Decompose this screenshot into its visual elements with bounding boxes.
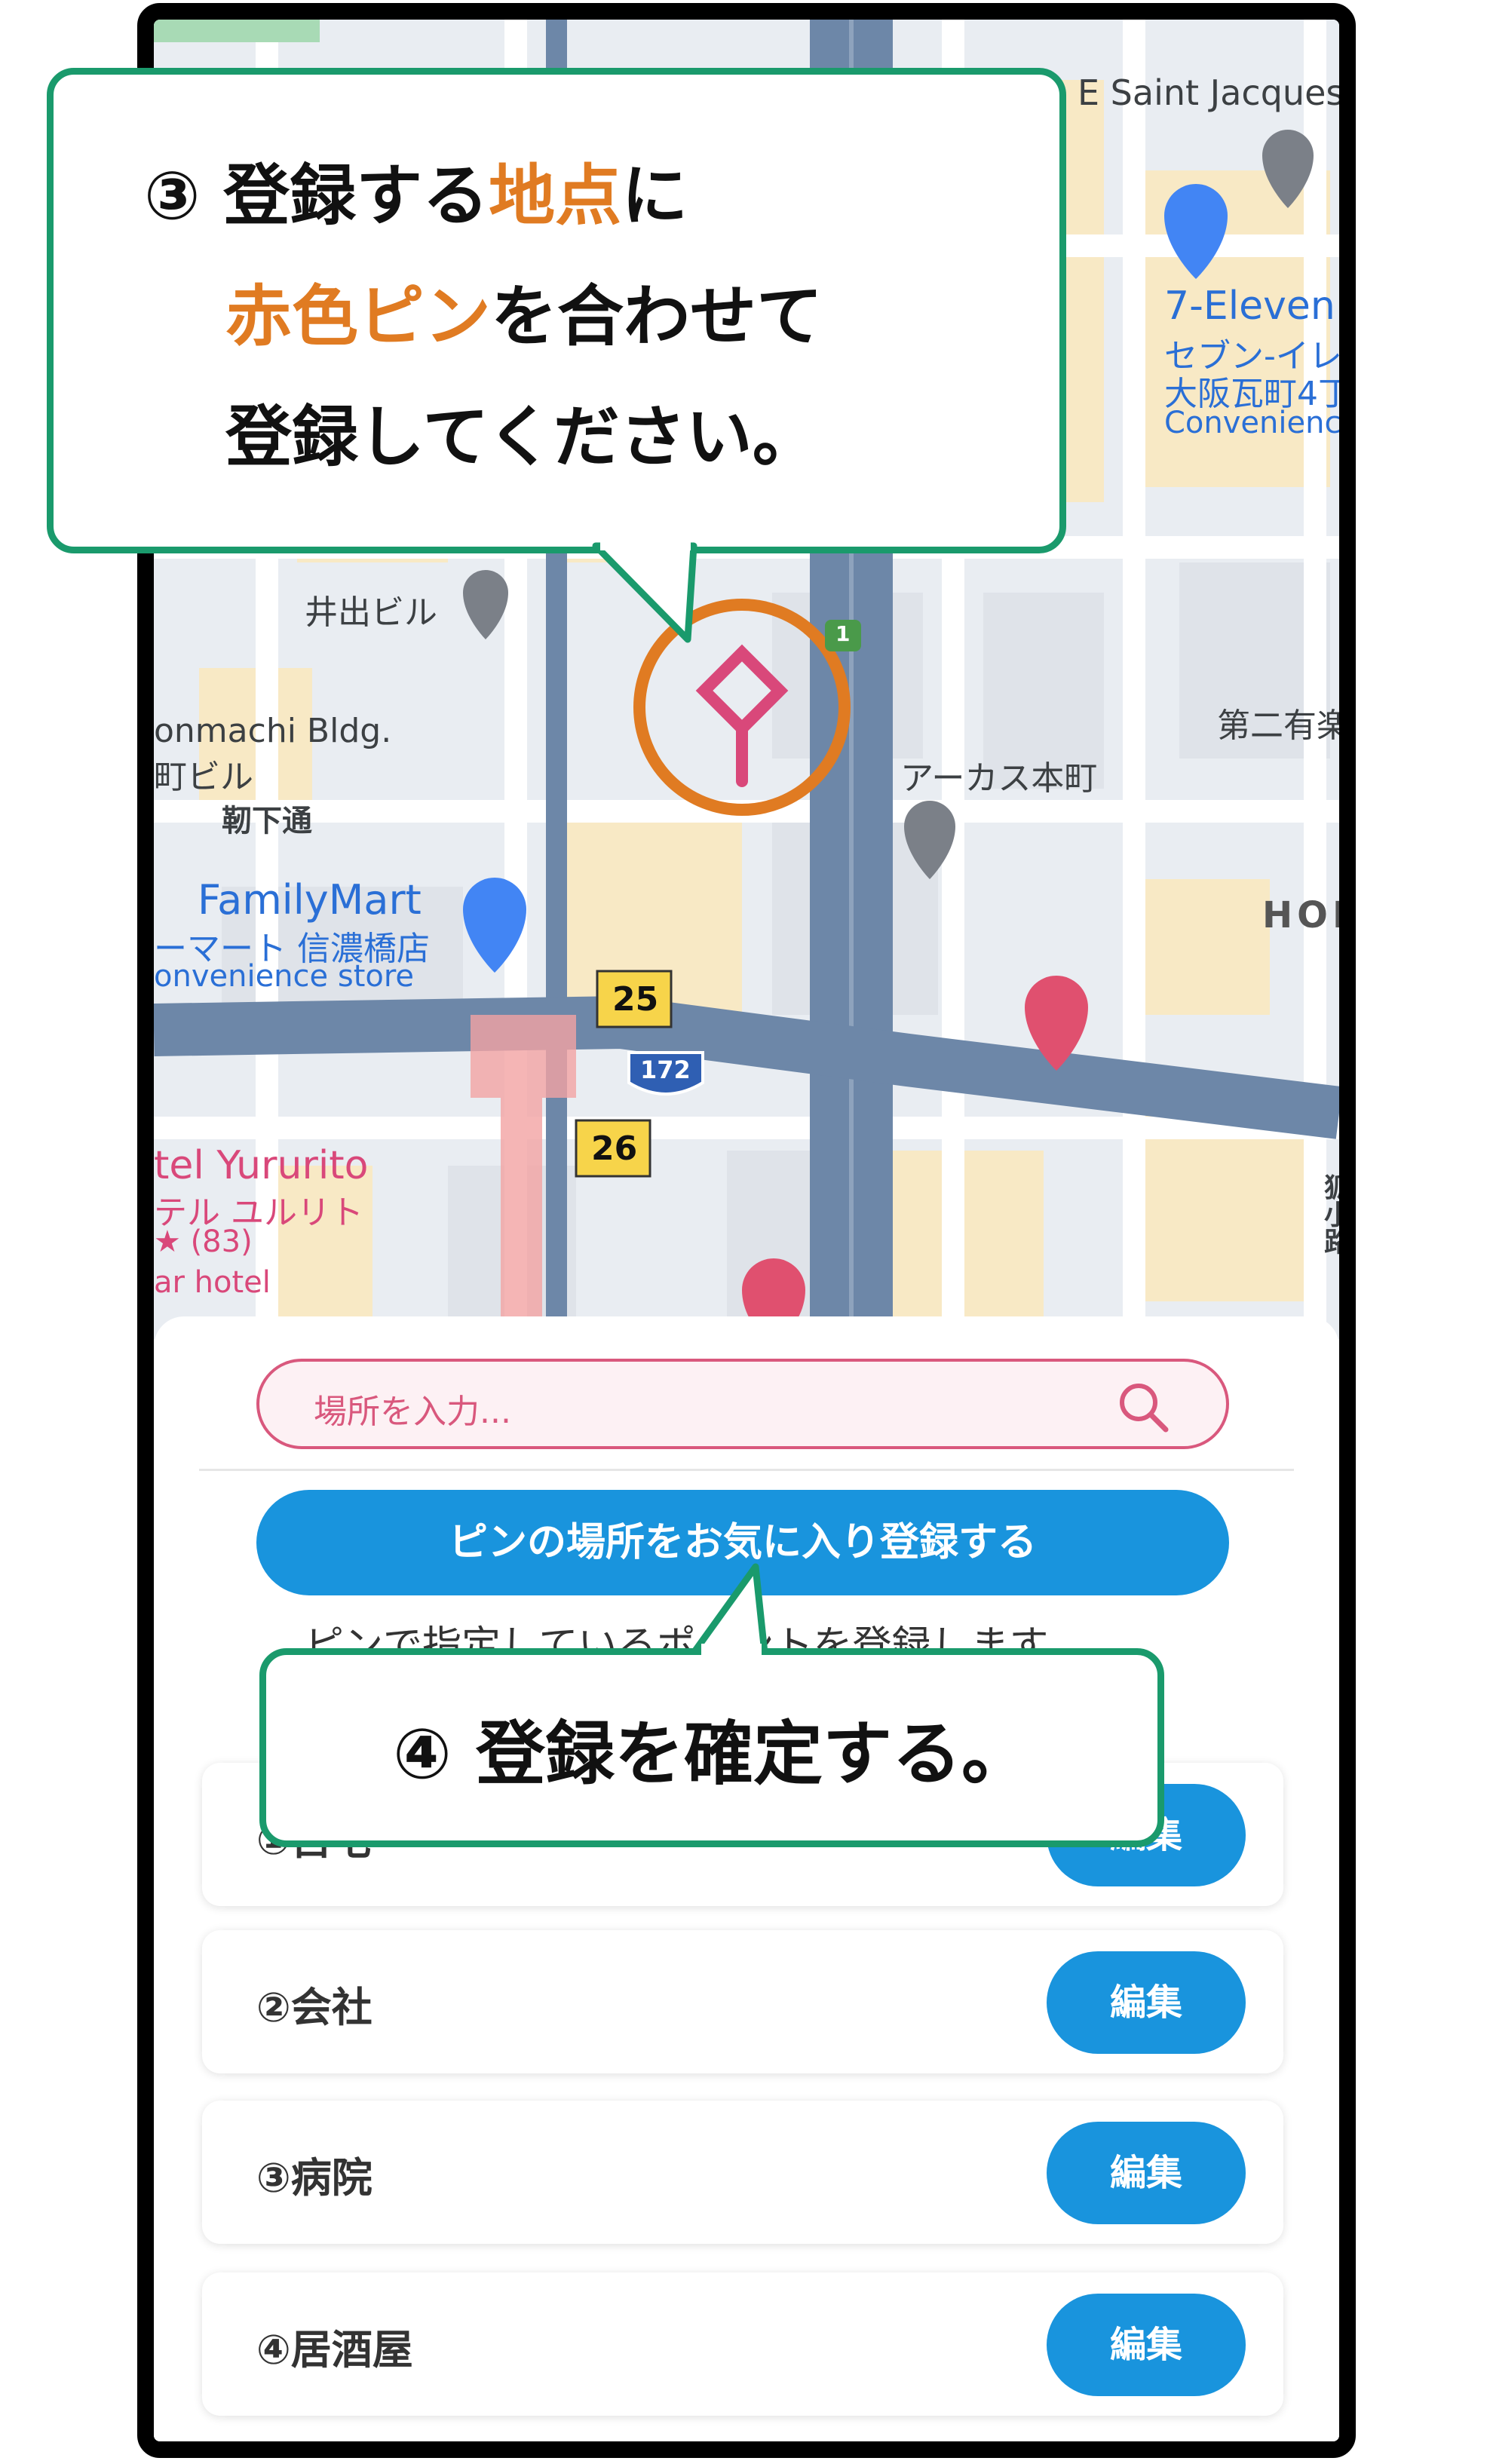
instruction-callout-4: ④ 登録を確定する。 <box>259 1648 1164 1847</box>
callout-4-text: ④ 登録を確定する。 <box>393 1713 1031 1794</box>
callout-4-tail-mask <box>701 1644 762 1656</box>
callout-tails <box>592 540 768 1656</box>
